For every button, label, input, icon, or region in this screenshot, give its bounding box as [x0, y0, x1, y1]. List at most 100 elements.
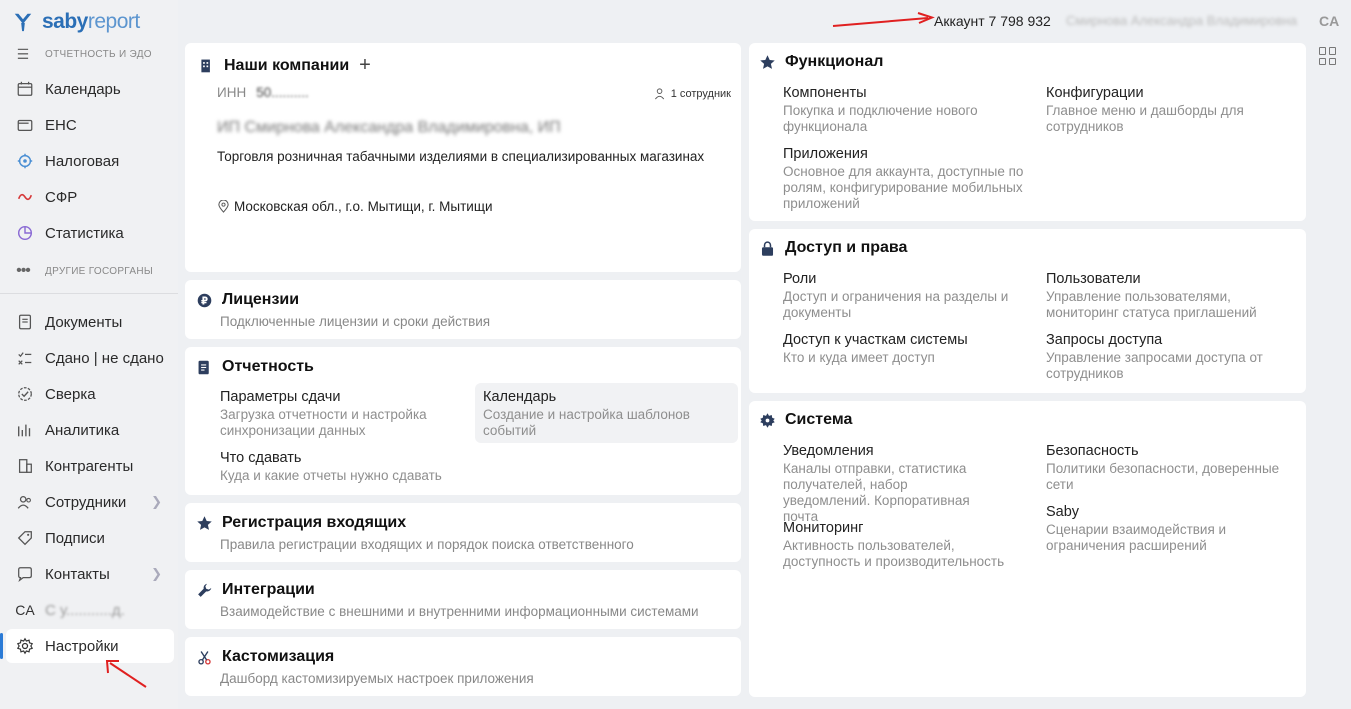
customization-title-text: Кастомизация: [222, 648, 335, 665]
system-title-text: Система: [785, 411, 853, 428]
system-entry-notifications[interactable]: Уведомления Каналы отправки, статистика …: [783, 443, 1023, 525]
sidebar-item-tax[interactable]: Налоговая: [6, 144, 174, 178]
company-name[interactable]: ИП Смирнова Александра Владимировна, ИП: [217, 119, 561, 137]
section-reporting[interactable]: ☰ Отчетность и ЭДО: [12, 46, 152, 63]
companies-card: Наши компании + ИНН 50.......... 1 сотруд…: [185, 43, 741, 272]
integrations-card[interactable]: Интеграции Взаимодействие с внешними и в…: [185, 570, 741, 629]
entry-title: Безопасность: [1046, 443, 1139, 459]
calendar-icon: [14, 79, 36, 99]
access-entry-requests[interactable]: Запросы доступа Управление запросами дос…: [1046, 332, 1286, 382]
entry-description: Сценарии взаимодействия и ограничения ра…: [1046, 522, 1227, 553]
lock-icon: [758, 239, 776, 257]
employee-count[interactable]: 1 сотрудник: [654, 87, 731, 100]
sidebar-item-documents[interactable]: Документы: [6, 305, 174, 339]
avatar: CA: [15, 602, 35, 618]
functional-entry-configurations[interactable]: Конфигурации Главное меню и дашборды для…: [1046, 85, 1286, 135]
sidebar-item-calendar[interactable]: Календарь: [6, 72, 174, 106]
entry-description: Главное меню и дашборды для сотрудников: [1046, 103, 1244, 134]
system-card: Система Уведомления Каналы отправки, ста…: [749, 401, 1306, 697]
access-entry-roles[interactable]: Роли Доступ и ограничения на разделы и д…: [783, 271, 1023, 321]
sidebar-item-submitted[interactable]: Сдано | не сдано: [6, 341, 174, 375]
access-title-text: Доступ и права: [785, 239, 908, 256]
functional-title: Функционал: [758, 53, 883, 71]
sidebar-item-reconciliation[interactable]: Сверка: [6, 377, 174, 411]
sidebar-item-ens[interactable]: ЕНС: [6, 108, 174, 142]
system-entry-security[interactable]: Безопасность Политики безопасности, дове…: [1046, 443, 1286, 493]
entry-title: Компоненты: [783, 85, 867, 101]
integrations-title: Интеграции: [195, 581, 315, 599]
sidebar-item-label: Контрагенты: [45, 457, 134, 475]
brand-name: saby: [42, 10, 88, 33]
check-circle-icon: [14, 384, 36, 404]
account-owner-name[interactable]: Смирнова Александра Владимировна: [1066, 13, 1297, 28]
sidebar-item-counterparties[interactable]: Контрагенты: [6, 449, 174, 483]
user-avatar[interactable]: CA: [1319, 13, 1339, 29]
sidebar-item-label: Аналитика: [45, 421, 120, 439]
functional-entry-components[interactable]: Компоненты Покупка и подключение нового …: [783, 85, 1023, 135]
location-pin-icon: [218, 200, 229, 213]
add-company-button[interactable]: +: [359, 54, 371, 77]
chevron-right-icon[interactable]: ❯: [151, 494, 162, 510]
sfr-logo-icon: [14, 187, 36, 207]
access-entry-users[interactable]: Пользователи Управление пользователями, …: [1046, 271, 1286, 321]
sidebar-item-label: Сотрудники: [45, 493, 127, 511]
access-title: Доступ и права: [758, 239, 907, 257]
entry-title: Конфигурации: [1046, 85, 1144, 101]
sidebar-item-analytics[interactable]: Аналитика: [6, 413, 174, 447]
sidebar-item-signatures[interactable]: Подписи: [6, 521, 174, 555]
app-logo[interactable]: sabyreport: [12, 8, 140, 36]
sidebar-item-contacts[interactable]: Контакты ❯: [6, 557, 174, 591]
functional-card: Функционал Компоненты Покупка и подключе…: [749, 43, 1306, 221]
menu-icon[interactable]: ☰: [12, 46, 34, 63]
sidebar-item-label: Календарь: [45, 80, 121, 98]
sidebar-divider: [0, 293, 178, 294]
report-document-icon: [195, 358, 213, 376]
tax-emblem-icon: [14, 151, 36, 171]
inn-value: 50..........: [256, 85, 309, 100]
company-address: Московская обл., г.о. Мытищи, г. Мытищи: [217, 199, 492, 214]
sidebar-item-settings[interactable]: Настройки: [0, 629, 174, 663]
access-entry-system-areas[interactable]: Доступ к участкам системы Кто и куда име…: [783, 332, 1023, 366]
integrations-title-text: Интеграции: [222, 581, 315, 598]
entry-description: Создание и настройка шаблонов событий: [483, 407, 690, 438]
gear-icon: [758, 411, 776, 429]
company-activity: Торговля розничная табачными изделиями в…: [217, 149, 705, 164]
reporting-entry-what-to-submit[interactable]: Что сдавать Куда и какие отчеты нужно сд…: [220, 450, 520, 484]
entry-description: Покупка и подключение нового функционала: [783, 103, 978, 134]
account-number[interactable]: Аккаунт 7 798 932: [934, 13, 1051, 29]
brand-name-suffix: report: [87, 10, 140, 33]
chat-icon: [14, 564, 36, 584]
sidebar-item-label: Сдано | не сдано: [45, 349, 164, 367]
functional-entry-applications[interactable]: Приложения Основное для аккаунта, доступ…: [783, 146, 1023, 212]
tag-icon: [14, 528, 36, 548]
reporting-entry-calendar[interactable]: Календарь Создание и настройка шаблонов …: [475, 383, 738, 443]
entry-title: Уведомления: [783, 443, 874, 459]
system-entry-monitoring[interactable]: Мониторинг Активность пользователей, дос…: [783, 520, 1023, 570]
registration-subtitle: Правила регистрации входящих и порядок п…: [220, 537, 634, 552]
registration-card[interactable]: Регистрация входящих Правила регистрации…: [185, 503, 741, 562]
entry-title: Доступ к участкам системы: [783, 332, 968, 348]
entry-title: Saby: [1046, 504, 1080, 520]
sidebar-item-profile[interactable]: CA С у...........д.: [6, 593, 174, 627]
companies-title-text: Наши компании: [224, 56, 350, 74]
entry-description: Активность пользователей, доступность и …: [783, 538, 1005, 569]
sidebar-item-statistics[interactable]: Статистика: [6, 216, 174, 250]
entry-description: Управление запросами доступа от сотрудни…: [1046, 350, 1263, 381]
entry-title: Параметры сдачи: [220, 389, 341, 405]
licenses-title: ₽ Лицензии: [195, 291, 299, 309]
section-other-agencies[interactable]: ••• Другие госорганы: [12, 262, 153, 280]
user-name: С у...........д.: [45, 601, 125, 619]
entry-description: Политики безопасности, доверенные сети: [1046, 461, 1280, 492]
reporting-entry-params[interactable]: Параметры сдачи Загрузка отчетности и на…: [220, 389, 460, 439]
sidebar-item-employees[interactable]: Сотрудники ❯: [6, 485, 174, 519]
apps-grid-icon[interactable]: [1319, 47, 1337, 65]
sidebar-item-sfr[interactable]: СФР: [6, 180, 174, 214]
checklist-icon: [14, 348, 36, 368]
star-icon: [758, 53, 776, 71]
gear-icon: [14, 636, 36, 656]
chevron-right-icon[interactable]: ❯: [151, 566, 162, 582]
section-other-agencies-label: Другие госорганы: [45, 265, 153, 277]
customization-card[interactable]: Кастомизация Дашборд кастомизируемых нас…: [185, 637, 741, 696]
licenses-card[interactable]: ₽ Лицензии Подключенные лицензии и сроки…: [185, 280, 741, 339]
system-entry-saby[interactable]: Saby Сценарии взаимодействия и ограничен…: [1046, 504, 1286, 554]
